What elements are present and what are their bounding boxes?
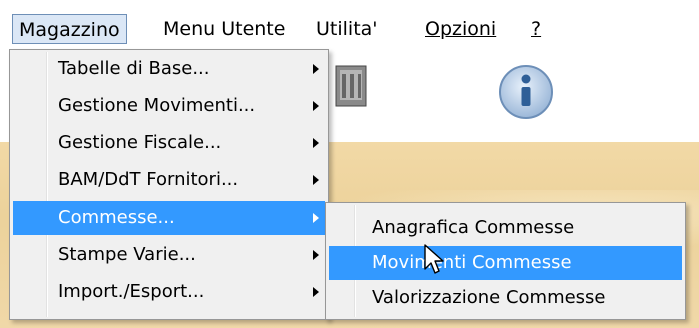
menu-item-label: Stampe Varie... — [58, 244, 196, 265]
menu-help[interactable]: ? — [531, 14, 541, 44]
menu-item-label: Import./Esport... — [58, 281, 205, 302]
menu-item-label: Commesse... — [58, 207, 175, 228]
menu-bar: Magazzino Menu Utente Utilita' Opzioni ? — [0, 0, 699, 50]
menu-item-import-esport[interactable]: Import./Esport... — [13, 275, 325, 309]
menu-item-gestione-movimenti[interactable]: Gestione Movimenti... — [13, 89, 325, 123]
menu-item-label: Tabelle di Base... — [58, 58, 210, 79]
submenu-item-anagrafica-commesse[interactable]: Anagrafica Commesse — [329, 211, 682, 245]
menu-magazzino[interactable]: Magazzino — [12, 14, 127, 44]
submenu-arrow-icon — [313, 287, 319, 297]
submenu-arrow-icon — [313, 213, 319, 223]
submenu-item-valorizzazione-commesse[interactable]: Valorizzazione Commesse — [329, 281, 682, 315]
menu-item-label: Gestione Fiscale... — [58, 132, 222, 153]
submenu-arrow-icon — [313, 175, 319, 185]
menu-item-stampe-varie[interactable]: Stampe Varie... — [13, 238, 325, 272]
submenu-arrow-icon — [313, 101, 319, 111]
submenu-arrow-icon — [313, 138, 319, 148]
menu-item-tabelle-di-base[interactable]: Tabelle di Base... — [13, 52, 325, 86]
submenu-item-label: Valorizzazione Commesse — [372, 287, 606, 308]
commesse-submenu: Anagrafica Commesse Movimenti Commesse V… — [325, 202, 686, 320]
menu-item-label: Gestione Movimenti... — [58, 95, 256, 116]
menu-item-commesse[interactable]: Commesse... — [13, 201, 325, 235]
submenu-item-label: Anagrafica Commesse — [372, 217, 575, 238]
menu-item-gestione-fiscale[interactable]: Gestione Fiscale... — [13, 126, 325, 160]
submenu-item-label: Movimenti Commesse — [372, 252, 572, 273]
mouse-pointer-icon — [424, 244, 444, 274]
menu-utilita[interactable]: Utilita' — [316, 14, 378, 44]
menu-item-bam-ddt-fornitori[interactable]: BAM/DdT Fornitori... — [13, 163, 325, 197]
menu-opzioni[interactable]: Opzioni — [425, 14, 496, 44]
info-icon[interactable] — [494, 60, 558, 124]
submenu-arrow-icon — [313, 64, 319, 74]
menu-menu-utente[interactable]: Menu Utente — [163, 14, 285, 44]
magazzino-dropdown: Tabelle di Base... Gestione Movimenti...… — [9, 49, 329, 320]
submenu-arrow-icon — [313, 250, 319, 260]
printer-icon[interactable] — [330, 60, 374, 120]
menu-item-label: BAM/DdT Fornitori... — [58, 169, 239, 190]
submenu-item-movimenti-commesse[interactable]: Movimenti Commesse — [329, 246, 682, 280]
